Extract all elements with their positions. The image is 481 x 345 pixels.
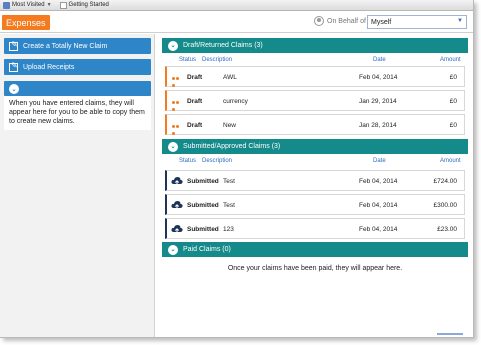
app-header: Expenses On Behalf of Myself ▼ [0,12,473,33]
bookmarks-bar: Most Visited ▼ Getting Started [0,0,473,11]
submitted-claim-row[interactable]: Submitted Test Feb 04, 2014 £724.00 [165,170,465,191]
claim-date: Feb 04, 2014 [359,226,398,233]
draft-claim-row[interactable]: Draft currency Jan 29, 2014 £0 [165,90,465,111]
cloud-upload-icon [171,225,183,234]
chevron-down-icon: ▼ [457,18,463,24]
draft-claim-row[interactable]: Draft AWL Feb 04, 2014 £0 [165,66,465,87]
submitted-claims-title: Submitted/Approved Claims (3) [183,143,281,150]
col-description: Description [202,158,233,164]
sidebar: Create a Totally New Claim Upload Receip… [0,34,155,337]
more-options-icon[interactable] [172,75,183,87]
chevron-down-icon: ⌄ [168,40,178,51]
claim-amount: £0 [449,98,457,105]
on-behalf-value: Myself [371,18,392,26]
submitted-column-headers: Status Description Date Amount [162,155,468,167]
claim-description: Test [223,178,235,185]
copy-claims-panel-header[interactable]: ⌄ [4,81,151,96]
claim-status: Draft [187,122,203,129]
claim-description: New [223,122,237,129]
bookmark-most-visited[interactable]: Most Visited ▼ [3,1,52,9]
browser-window: Most Visited ▼ Getting Started Expenses … [0,0,474,338]
chevron-down-icon: ⌄ [9,84,19,94]
claim-status: Draft [187,98,203,105]
col-date: Date [373,158,386,164]
on-behalf-label-group: On Behalf of [314,16,366,26]
copy-claims-info: When you have entered claims, they will … [4,96,151,130]
chevron-down-icon: ⌄ [168,141,178,152]
claim-description: currency [223,98,248,105]
claim-description: 123 [223,226,234,233]
upload-receipts-button[interactable]: Upload Receipts [4,59,151,75]
edit-icon [9,61,18,72]
more-options-icon[interactable] [172,123,183,135]
page-icon [59,1,67,9]
col-status: Status [179,57,197,63]
claim-date: Feb 04, 2014 [359,74,398,81]
claims-main: ⌄ Draft/Returned Claims (3) Status Descr… [160,34,470,337]
upload-receipts-label: Upload Receipts [23,63,75,71]
claim-date: Jan 28, 2014 [359,122,397,129]
claim-description: Test [223,202,235,209]
claim-amount: £724.00 [433,178,458,185]
cloud-upload-icon [171,201,183,210]
claim-amount: £0 [449,122,457,129]
chevron-down-icon: ▼ [46,2,52,8]
claim-amount: £300.00 [433,202,458,209]
col-date: Date [373,57,386,63]
draft-column-headers: Status Description Date Amount [162,54,468,66]
chevron-down-icon: ⌄ [168,244,178,255]
claim-date: Feb 04, 2014 [359,202,398,209]
bookmark-label: Getting Started [68,2,109,8]
draft-claims-title: Draft/Returned Claims (3) [183,42,263,49]
col-amount: Amount [440,158,461,164]
submitted-claim-row[interactable]: Submitted Test Feb 04, 2014 £300.00 [165,194,465,215]
claim-description: AWL [223,74,237,81]
paid-claims-header[interactable]: ⌄ Paid Claims (0) [162,242,468,257]
bookmark-label: Most Visited [12,2,45,8]
col-status: Status [179,158,197,164]
cloud-upload-icon [171,177,183,186]
scrollbar[interactable] [437,333,463,335]
draft-claims-header[interactable]: ⌄ Draft/Returned Claims (3) [162,38,468,53]
more-options-icon[interactable] [172,99,183,111]
paid-claims-empty-message: Once your claims have been paid, they wi… [227,265,403,272]
claim-status: Draft [187,74,203,81]
create-claim-button[interactable]: Create a Totally New Claim [4,38,151,54]
col-description: Description [202,57,233,63]
submitted-claims-header[interactable]: ⌄ Submitted/Approved Claims (3) [162,139,468,154]
claim-date: Feb 04, 2014 [359,178,398,185]
bookmark-getting-started[interactable]: Getting Started [59,1,109,9]
claim-date: Jan 29, 2014 [359,98,397,105]
user-icon [314,16,324,26]
create-claim-label: Create a Totally New Claim [23,42,108,50]
claim-status: Submitted [187,178,219,185]
folder-icon [3,1,10,9]
claim-amount: £0 [449,74,457,81]
claim-amount: £23.00 [437,226,457,233]
paid-claims-title: Paid Claims (0) [183,246,231,253]
draft-claim-row[interactable]: Draft New Jan 28, 2014 £0 [165,114,465,135]
claim-status: Submitted [187,202,219,209]
submitted-claim-row[interactable]: Submitted 123 Feb 04, 2014 £23.00 [165,218,465,239]
on-behalf-select[interactable]: Myself ▼ [367,15,467,29]
claim-status: Submitted [187,226,219,233]
col-amount: Amount [440,57,461,63]
on-behalf-label: On Behalf of [327,17,366,25]
app-brand[interactable]: Expenses [2,15,50,30]
edit-icon [9,40,18,51]
